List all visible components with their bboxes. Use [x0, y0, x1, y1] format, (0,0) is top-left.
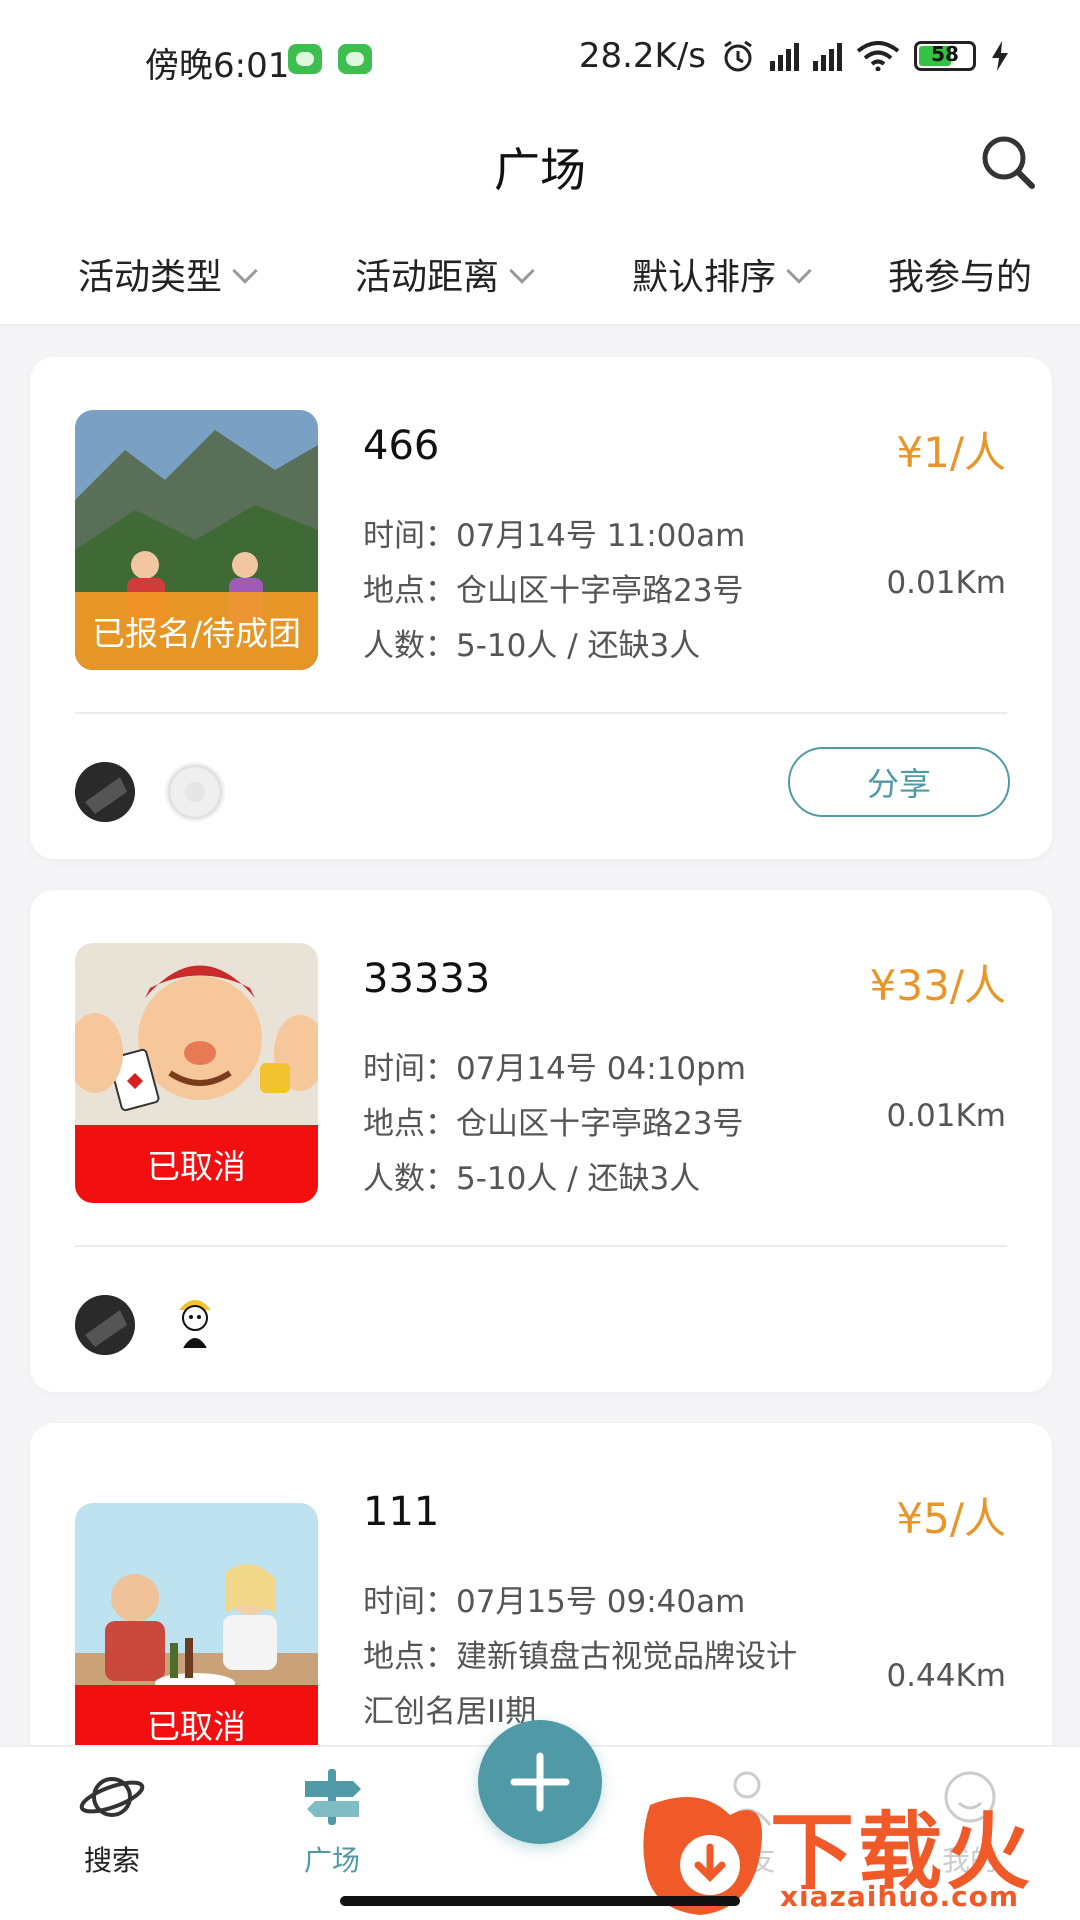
hd-signal-icon	[813, 41, 842, 71]
watermark-url: xiazaihuo.com	[780, 1880, 1020, 1913]
activity-place: 地点：仓山区十字亭路23号	[363, 1106, 744, 1142]
activity-card[interactable]: 已报名/待成团 466 ¥1/人 时间：07月14号 11:00am 地点：仓山…	[30, 357, 1052, 859]
plus-icon	[510, 1752, 570, 1812]
divider	[75, 712, 1007, 714]
chevron-down-icon	[786, 258, 812, 284]
activity-place: 地点：建新镇盘古视觉品牌设计	[363, 1639, 797, 1675]
activity-distance: 0.01Km	[886, 565, 1006, 601]
activity-name: 111	[363, 1489, 440, 1535]
activity-place: 地点：仓山区十字亭路23号	[363, 573, 744, 609]
charging-icon	[992, 41, 1008, 71]
activity-distance: 0.44Km	[886, 1658, 1006, 1694]
chevron-down-icon	[509, 258, 535, 284]
activity-time: 时间：07月14号 11:00am	[363, 518, 746, 554]
activity-name: 466	[363, 423, 440, 469]
filter-my-joined[interactable]: 我参与的	[888, 248, 1032, 300]
chevron-down-icon	[232, 258, 258, 284]
battery-icon: 58	[914, 41, 976, 71]
status-bar: 傍晚6:01 28.2K/s 58	[0, 0, 1080, 110]
wifi-icon	[856, 41, 900, 71]
add-activity-button[interactable]	[478, 1720, 602, 1844]
page-title: 广场	[494, 143, 586, 197]
activity-distance: 0.01Km	[886, 1098, 1006, 1134]
share-button[interactable]: 分享	[788, 747, 1010, 817]
activity-name: 33333	[363, 956, 491, 1002]
activity-time: 时间：07月15号 09:40am	[363, 1584, 746, 1620]
avatar[interactable]	[75, 1295, 135, 1355]
status-badge: 已报名/待成团	[75, 592, 318, 670]
planet-icon	[79, 1777, 145, 1817]
activity-card[interactable]: 已取消 33333 ¥33/人 时间：07月14号 04:10pm 地点：仓山区…	[30, 890, 1052, 1392]
alarm-icon	[724, 40, 752, 72]
nav-label: 搜索	[83, 1844, 140, 1877]
activity-price: ¥33/人	[869, 961, 1006, 1010]
screen: 傍晚6:01 28.2K/s 58 广场 活动类型 活动距离 默认排序 我参与的	[0, 0, 1080, 1920]
activity-price: ¥5/人	[896, 1494, 1006, 1543]
status-time: 傍晚6:01	[145, 46, 290, 86]
activity-thumbnail: 已取消	[75, 1503, 318, 1763]
activity-people: 人数：5-10人 / 还缺3人	[363, 1161, 701, 1197]
avatar[interactable]	[75, 762, 135, 822]
nav-label: 广场	[303, 1844, 360, 1877]
filter-default-sort[interactable]: 默认排序	[632, 248, 812, 300]
header: 广场	[0, 110, 1080, 230]
avatar[interactable]	[165, 1290, 225, 1350]
activity-thumbnail: 已取消	[75, 943, 318, 1203]
hd-signal-icon	[770, 41, 799, 71]
divider	[75, 1245, 1007, 1247]
search-icon[interactable]	[976, 130, 1040, 194]
status-right: 28.2K/s 58	[579, 36, 1010, 76]
app-icon	[288, 44, 322, 74]
signpost-icon	[305, 1769, 361, 1825]
filter-activity-type[interactable]: 活动类型	[78, 248, 258, 300]
status-badge: 已取消	[75, 1125, 318, 1203]
activity-price: ¥1/人	[896, 428, 1006, 477]
filter-activity-distance[interactable]: 活动距离	[355, 248, 535, 300]
home-indicator[interactable]	[340, 1896, 740, 1906]
nav-square[interactable]: 广场	[262, 1767, 402, 1879]
activity-thumbnail: 已报名/待成团	[75, 410, 318, 670]
activity-people: 人数：5-10人 / 还缺3人	[363, 628, 701, 664]
net-speed: 28.2K/s	[578, 36, 706, 76]
nav-search[interactable]: 搜索	[42, 1767, 182, 1879]
filter-bar: 活动类型 活动距离 默认排序 我参与的	[0, 230, 1080, 326]
activity-time: 时间：07月14号 04:10pm	[363, 1051, 746, 1087]
app-icon	[338, 44, 372, 74]
avatar[interactable]	[165, 762, 225, 822]
